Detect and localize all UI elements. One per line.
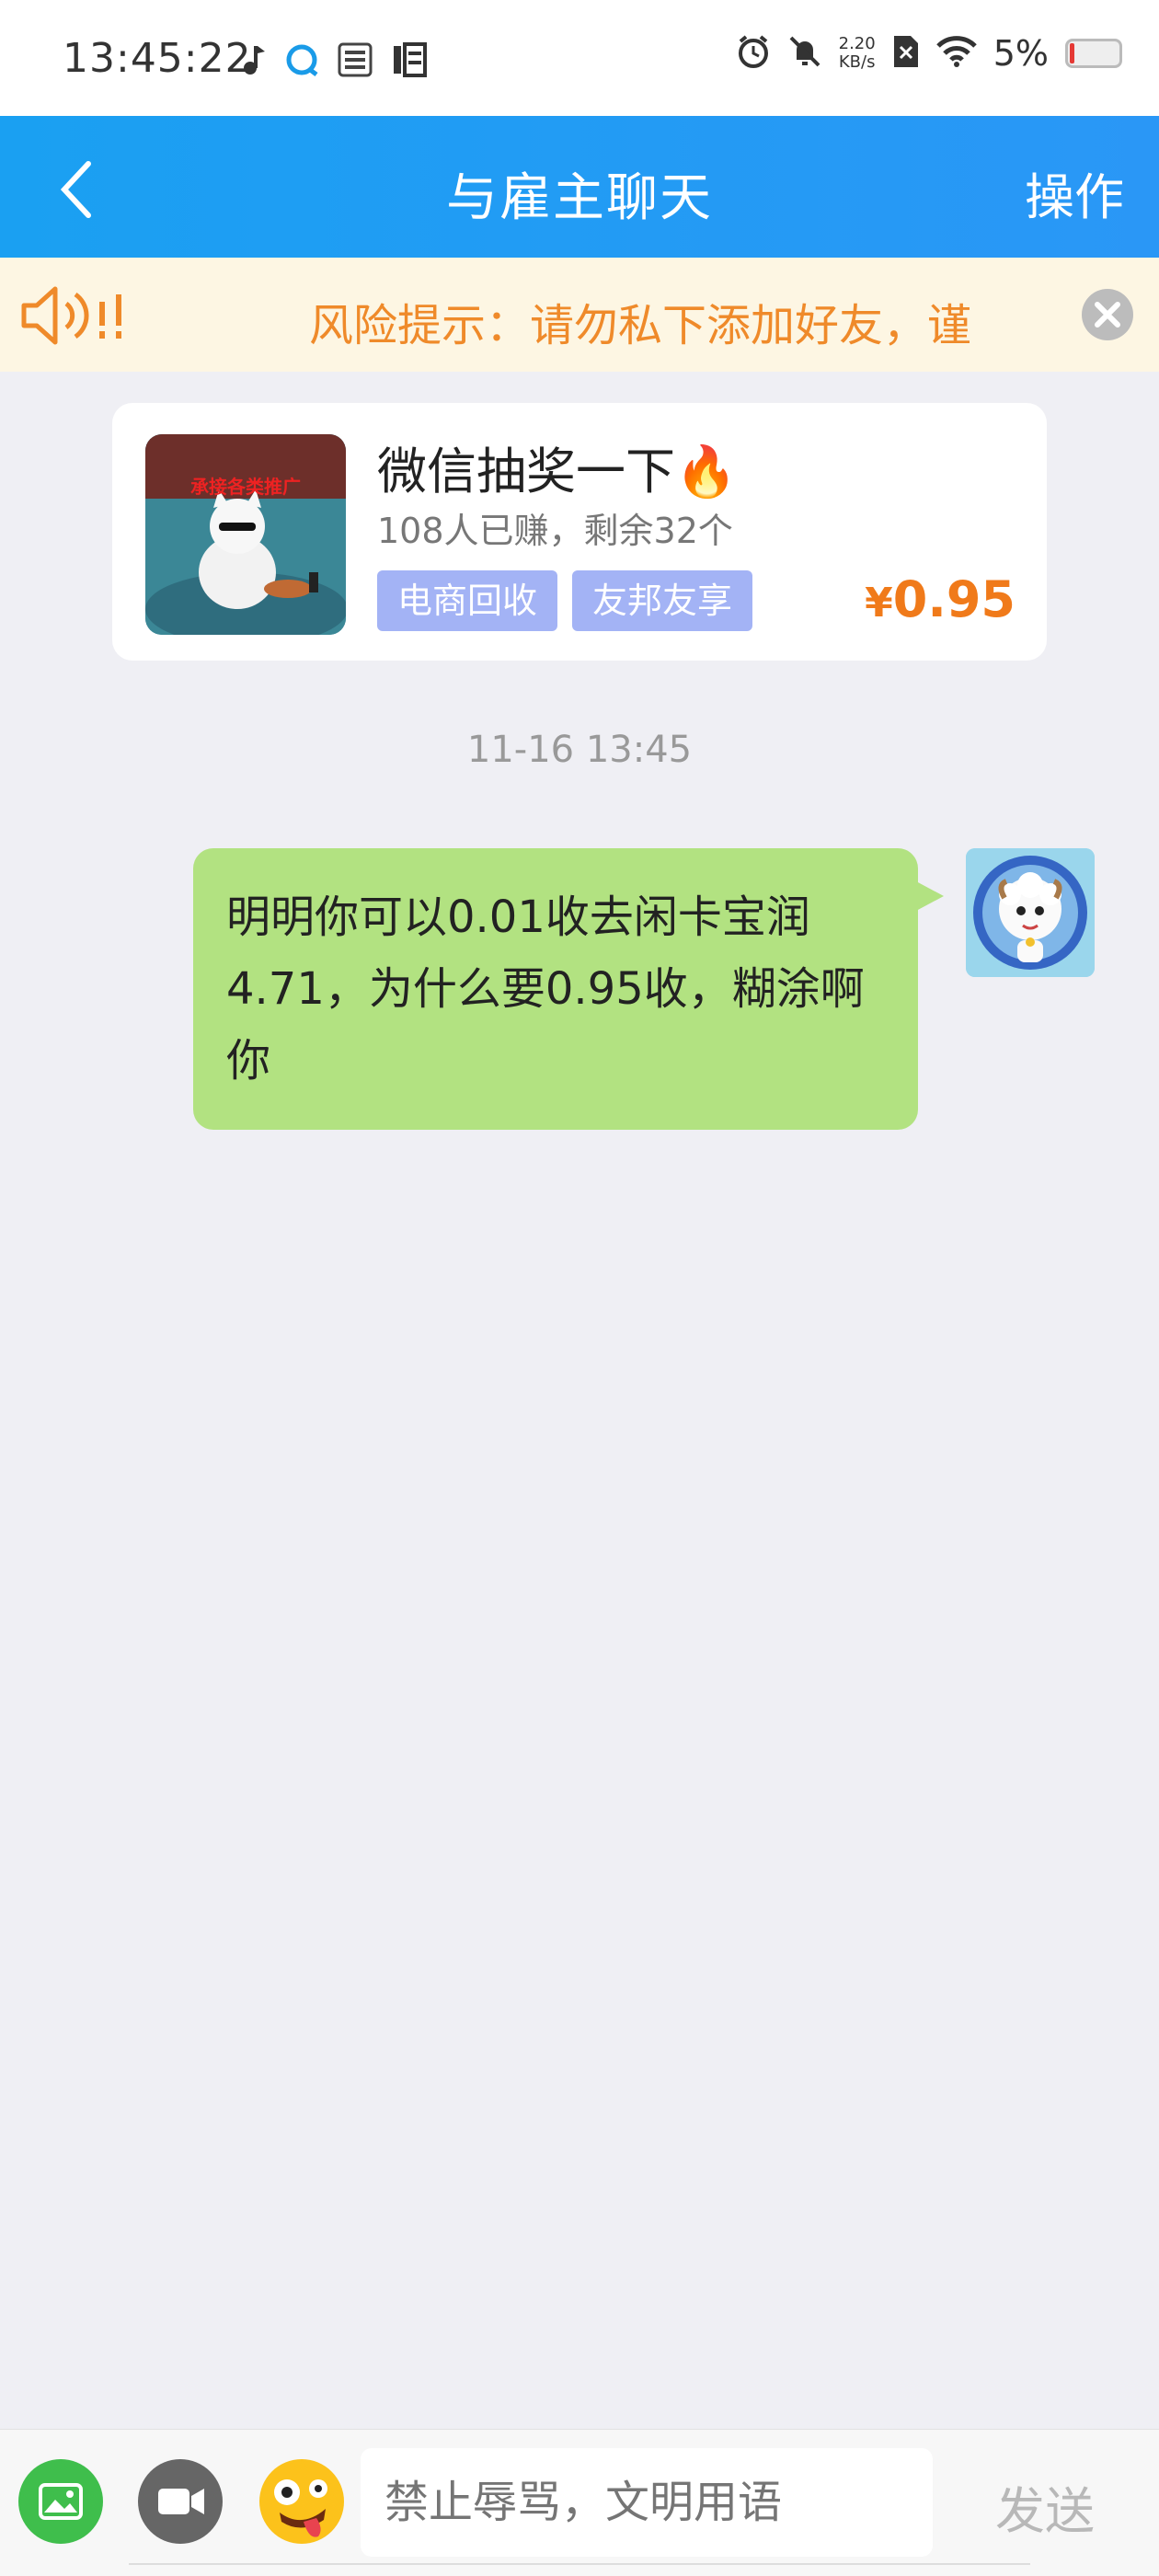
task-thumbnail: 承接各类推广 bbox=[145, 434, 346, 635]
tag-youbang: 友邦友享 bbox=[572, 570, 753, 631]
task-title: 微信抽奖一下🔥 bbox=[377, 443, 738, 500]
video-button[interactable] bbox=[138, 2459, 223, 2544]
music-note-icon bbox=[241, 44, 267, 79]
status-time: 13:45:22 bbox=[63, 35, 252, 82]
send-button[interactable]: 发送 bbox=[995, 2470, 1095, 2543]
risk-text: 风险提示：请勿私下添加好友，谨 bbox=[309, 300, 972, 351]
task-tags: 电商回收 友邦友享 bbox=[377, 570, 753, 631]
chat-header: 与雇主聊天 操作 bbox=[0, 116, 1159, 258]
message-timestamp: 11-16 13:45 bbox=[466, 729, 693, 771]
battery-icon bbox=[1065, 39, 1122, 68]
speaker-icon bbox=[18, 283, 138, 351]
status-right-icons: 2.20 KB/s 5% bbox=[736, 33, 1122, 74]
page-title: 与雇主聊天 bbox=[446, 168, 713, 228]
task-stats: 108人已赚，剩余32个 bbox=[377, 511, 733, 551]
tag-ecommerce: 电商回收 bbox=[377, 570, 558, 631]
task-price: ¥0.95 bbox=[865, 570, 1016, 628]
browser-icon bbox=[283, 41, 320, 82]
wifi-icon bbox=[935, 35, 977, 72]
task-card[interactable]: 承接各类推广 微信抽奖一下🔥 108人已赚，剩余32个 电商回收 友邦友享 ¥0… bbox=[112, 403, 1047, 661]
close-icon[interactable] bbox=[1080, 287, 1135, 346]
operate-button[interactable]: 操作 bbox=[1025, 156, 1124, 229]
news-icon bbox=[337, 41, 373, 82]
image-icon bbox=[39, 2483, 83, 2520]
video-camera-icon bbox=[158, 2489, 204, 2514]
bubble-tail bbox=[916, 881, 944, 911]
net-speed: 2.20 KB/s bbox=[838, 34, 876, 72]
message-bubble[interactable]: 明明你可以0.01收去闲卡宝润4.71，为什么要0.95收，糊涂啊你 bbox=[193, 848, 918, 1130]
status-bar: 13:45:22 2.20 KB/s 5% bbox=[0, 0, 1159, 116]
risk-banner: 风险提示：请勿私下添加好友，谨 bbox=[0, 258, 1159, 372]
emoji-button[interactable] bbox=[256, 2455, 348, 2547]
image-button[interactable] bbox=[18, 2459, 103, 2544]
sim-off-icon bbox=[892, 34, 920, 73]
alarm-icon bbox=[736, 34, 771, 73]
message-input[interactable] bbox=[361, 2448, 933, 2557]
status-left-icons bbox=[241, 40, 429, 83]
input-bar: 发送 bbox=[0, 2429, 1159, 2576]
emoji-icon bbox=[259, 2459, 344, 2544]
avatar[interactable] bbox=[966, 848, 1095, 977]
hot-icon bbox=[390, 40, 429, 83]
thumbnail-caption: 承接各类推广 bbox=[190, 476, 301, 498]
gesture-bar bbox=[129, 2563, 1030, 2569]
mute-icon bbox=[787, 34, 822, 73]
battery-percent: 5% bbox=[993, 33, 1049, 74]
